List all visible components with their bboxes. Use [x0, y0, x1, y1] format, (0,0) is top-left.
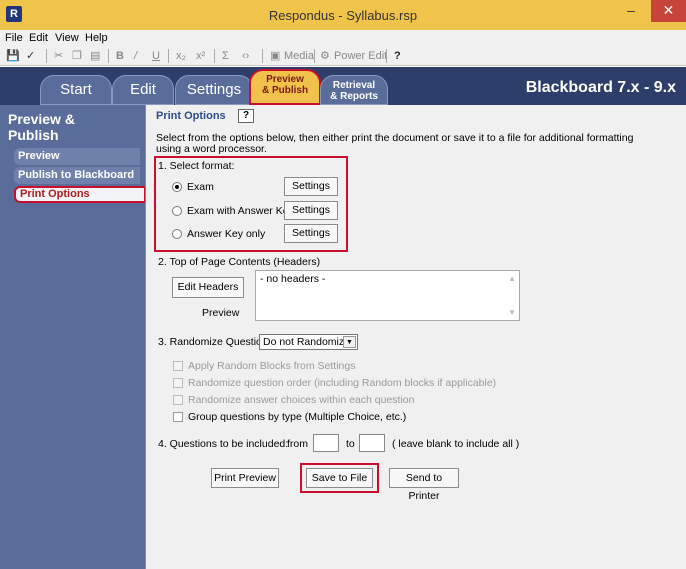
- html-icon[interactable]: ‹›: [242, 48, 249, 64]
- randomize-select[interactable]: Do not Randomize ▼: [259, 334, 358, 350]
- questions-included-label: 4. Questions to be included:: [158, 438, 289, 450]
- question-help-icon[interactable]: ?: [238, 109, 254, 123]
- bold-icon[interactable]: B: [116, 48, 124, 64]
- menu-bar: File Edit View Help: [0, 30, 686, 46]
- product-title: Blackboard 7.x - 9.x: [525, 79, 676, 96]
- radio-exam[interactable]: [172, 182, 182, 192]
- intro-text: using a word processor.: [156, 143, 267, 155]
- scroll-down-icon[interactable]: ▼: [508, 308, 516, 317]
- sidebar-title-line: Publish: [8, 127, 59, 143]
- apply-random-blocks-checkbox[interactable]: [173, 361, 183, 371]
- radio-exam-with-answer-key-label: Exam with Answer Key: [187, 205, 294, 217]
- randomize-label: 3. Randomize Questions: [158, 336, 273, 348]
- menu-edit[interactable]: Edit: [29, 32, 48, 44]
- tab-settings[interactable]: Settings: [175, 75, 253, 105]
- spellcheck-icon[interactable]: ✓: [26, 48, 35, 64]
- headers-section-label: 2. Top of Page Contents (Headers): [158, 256, 321, 268]
- send-to-printer-button[interactable]: Send to Printer: [389, 468, 459, 502]
- group-by-type-label: Group questions by type (Multiple Choice…: [188, 411, 407, 423]
- power-edit-label[interactable]: Power Edit: [334, 48, 387, 64]
- randomize-select-value: Do not Randomize: [263, 336, 350, 348]
- sidebar-item-print-options[interactable]: Print Options: [14, 186, 146, 203]
- tab-strip: Start Edit Settings Preview & Publish Re…: [0, 67, 686, 105]
- group-by-type-checkbox[interactable]: [173, 412, 183, 422]
- toolbar: 💾 ✓ ✂ ❐ ▤ B / U x₂ x² Σ ‹› ▣ Media ⚙ Pow…: [0, 46, 686, 66]
- minimize-button[interactable]: –: [618, 0, 644, 22]
- help-icon[interactable]: ?: [394, 48, 401, 64]
- sidebar-item-preview[interactable]: Preview: [14, 148, 140, 165]
- radio-exam-with-answer-key[interactable]: [172, 206, 182, 216]
- sidebar-title: Preview & Publish: [8, 111, 75, 143]
- close-button[interactable]: ✕: [651, 0, 686, 22]
- toolbar-separator: [214, 49, 215, 63]
- toolbar-separator: [168, 49, 169, 63]
- underline-icon[interactable]: U: [152, 48, 160, 64]
- randomize-question-order-checkbox[interactable]: [173, 378, 183, 388]
- menu-view[interactable]: View: [55, 32, 79, 44]
- tab-start[interactable]: Start: [40, 75, 112, 105]
- main-panel: Print Options ? Select from the options …: [145, 105, 686, 569]
- tab-label-line: Retrieval: [332, 80, 376, 91]
- toolbar-separator: [46, 49, 47, 63]
- randomize-answer-choices-checkbox[interactable]: [173, 395, 183, 405]
- subscript-icon[interactable]: x₂: [176, 48, 186, 64]
- apply-random-blocks-label: Apply Random Blocks from Settings: [188, 360, 356, 372]
- sidebar-item-publish-to-blackboard[interactable]: Publish to Blackboard: [14, 167, 140, 184]
- save-icon[interactable]: 💾: [6, 48, 20, 64]
- save-to-file-button[interactable]: Save to File: [306, 468, 373, 488]
- edit-headers-button[interactable]: Edit Headers: [172, 277, 244, 298]
- print-preview-button[interactable]: Print Preview: [211, 468, 279, 488]
- randomize-answer-choices-label: Randomize answer choices within each que…: [188, 394, 415, 406]
- media-icon[interactable]: ▣: [270, 48, 280, 64]
- tab-label-line: & Reports: [330, 91, 378, 102]
- toolbar-separator: [108, 49, 109, 63]
- chevron-down-icon: ▼: [343, 336, 356, 348]
- equation-icon[interactable]: Σ: [222, 48, 229, 64]
- radio-answer-key-only[interactable]: [172, 229, 182, 239]
- page-title: Print Options: [156, 110, 226, 122]
- menu-help[interactable]: Help: [85, 32, 108, 44]
- answer-key-settings-button[interactable]: Settings: [284, 224, 338, 243]
- from-label: from: [287, 438, 308, 450]
- headers-preview-text: - no headers -: [260, 273, 326, 285]
- preview-label: Preview: [202, 307, 240, 319]
- paste-icon[interactable]: ▤: [90, 48, 100, 64]
- toolbar-separator: [314, 49, 315, 63]
- to-input[interactable]: [359, 434, 385, 452]
- superscript-icon[interactable]: x²: [196, 48, 205, 64]
- italic-icon[interactable]: /: [134, 48, 137, 64]
- toolbar-separator: [262, 49, 263, 63]
- select-format-label: 1. Select format:: [158, 160, 235, 172]
- media-label[interactable]: Media: [284, 48, 314, 64]
- power-edit-icon[interactable]: ⚙: [320, 48, 330, 64]
- tab-label-line: & Publish: [261, 85, 309, 96]
- title-bar: R Respondus - Syllabus.rsp – □ ✕: [0, 0, 686, 30]
- window-title: Respondus - Syllabus.rsp: [268, 8, 418, 23]
- radio-exam-label: Exam: [187, 181, 214, 193]
- leave-blank-hint: ( leave blank to include all ): [392, 438, 520, 450]
- exam-settings-button[interactable]: Settings: [284, 177, 338, 196]
- scroll-up-icon[interactable]: ▲: [508, 274, 516, 283]
- randomize-question-order-label: Randomize question order (including Rand…: [188, 377, 497, 389]
- sidebar: Preview & Publish Preview Publish to Bla…: [0, 105, 146, 569]
- tab-retrieval-reports[interactable]: Retrieval & Reports: [320, 75, 388, 105]
- tab-edit[interactable]: Edit: [112, 75, 174, 105]
- radio-answer-key-only-label: Answer Key only: [187, 228, 266, 240]
- sidebar-title-line: Preview &: [8, 111, 75, 127]
- tab-label-line: Preview: [266, 74, 304, 85]
- copy-icon[interactable]: ❐: [72, 48, 82, 64]
- cut-icon[interactable]: ✂: [54, 48, 63, 64]
- from-input[interactable]: [313, 434, 339, 452]
- to-label: to: [346, 438, 355, 450]
- toolbar-separator: [386, 49, 387, 63]
- exam-with-key-settings-button[interactable]: Settings: [284, 201, 338, 220]
- headers-preview-box: - no headers - ▲ ▼: [255, 270, 520, 321]
- menu-file[interactable]: File: [5, 32, 23, 44]
- tab-preview-publish[interactable]: Preview & Publish: [249, 69, 321, 105]
